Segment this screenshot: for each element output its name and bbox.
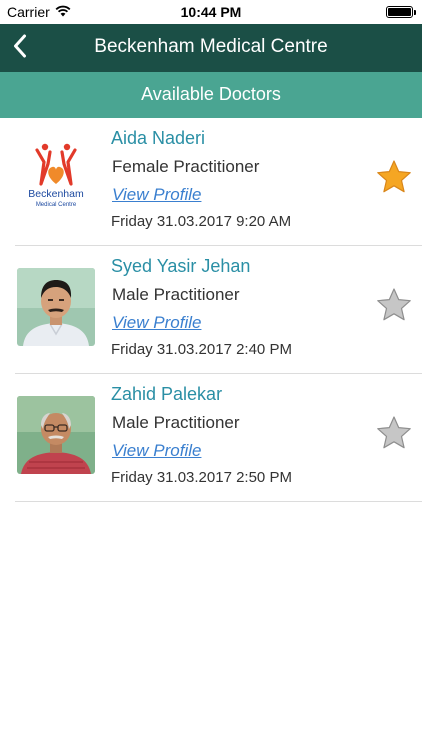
doctor-name: Syed Yasir Jehan [111,256,251,276]
appointment-time: Friday 31.03.2017 9:20 AM [111,213,292,230]
clinic-logo: Beckenham Medical Centre [17,140,95,218]
doctor-photo [17,268,95,346]
view-profile-link[interactable]: View Profile [112,441,201,461]
nav-bar: Beckenham Medical Centre [0,24,422,72]
section-title: Available Doctors [141,84,281,104]
doctor-row[interactable]: Syed Yasir Jehan Male Practitioner View … [15,246,422,374]
doctor-name: Zahid Palekar [111,384,223,404]
doctor-photo [17,396,95,474]
favorite-star-icon[interactable] [375,415,413,453]
page-title: Beckenham Medical Centre [94,36,328,57]
doctor-name: Aida Naderi [111,128,206,148]
svg-text:Medical Centre: Medical Centre [36,202,77,208]
status-bar: Carrier 10:44 PM [0,0,422,24]
battery-icon [386,6,416,18]
doctor-list: Beckenham Medical Centre Aida Naderi Fem… [0,118,422,502]
doctor-row[interactable]: Beckenham Medical Centre Aida Naderi Fem… [15,118,422,246]
doctor-row[interactable]: Zahid Palekar Male Practitioner View Pro… [15,374,422,502]
favorite-star-icon[interactable] [375,287,413,325]
status-time: 10:44 PM [180,4,242,20]
appointment-time: Friday 31.03.2017 2:50 PM [111,469,292,486]
doctor-role: Male Practitioner [112,413,240,432]
view-profile-link[interactable]: View Profile [112,313,201,333]
doctor-role: Male Practitioner [112,285,240,304]
section-header: Available Doctors [0,72,422,118]
svg-text:Beckenham: Beckenham [28,188,84,200]
doctor-role: Female Practitioner [112,157,260,176]
favorite-star-icon[interactable] [375,159,413,197]
appointment-time: Friday 31.03.2017 2:40 PM [111,341,292,358]
view-profile-link[interactable]: View Profile [112,185,201,205]
